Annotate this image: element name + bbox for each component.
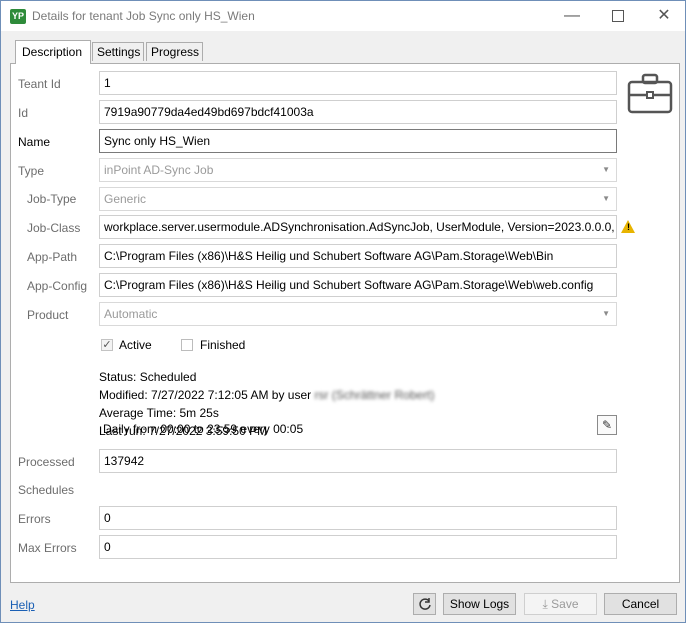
checkmark-icon: ✓: [102, 339, 112, 351]
modified-prefix: Modified: 7/27/2022 7:12:05 AM by user: [99, 388, 312, 402]
cancel-button[interactable]: Cancel: [604, 593, 677, 615]
close-icon: ✕: [657, 7, 671, 24]
type-value: inPoint AD-Sync Job: [104, 163, 214, 177]
app-path-field[interactable]: C:\Program Files (x86)\H&S Heilig und Sc…: [99, 244, 617, 268]
max-errors-label: Max Errors: [18, 541, 77, 555]
edit-schedules-button[interactable]: ✎: [597, 415, 617, 435]
tab-description[interactable]: Description: [15, 40, 91, 64]
active-checkbox[interactable]: ✓: [101, 339, 113, 351]
active-label: Active: [119, 338, 152, 352]
app-path-label: App-Path: [27, 250, 78, 264]
tenant-id-label: Teant Id: [18, 77, 61, 91]
save-button[interactable]: ⤓ Save: [524, 593, 597, 615]
refresh-icon: [418, 598, 431, 610]
maximize-icon: [612, 9, 624, 22]
id-label: Id: [18, 106, 29, 120]
briefcase-icon: [627, 73, 673, 114]
app-config-field[interactable]: C:\Program Files (x86)\H&S Heilig und Sc…: [99, 273, 617, 297]
app-config-label: App-Config: [27, 279, 88, 293]
minimize-button[interactable]: —: [549, 1, 595, 31]
description-panel: Teant Id 1 Id 7919a90779da4ed49bd697bdcf…: [10, 63, 680, 583]
name-field[interactable]: Sync only HS_Wien: [99, 129, 617, 153]
schedules-label: Schedules: [18, 483, 75, 497]
title-bar: YP Details for tenant Job Sync only HS_W…: [1, 1, 685, 31]
average-time-text: Average Time: 5m 25s: [99, 406, 219, 420]
show-logs-button[interactable]: Show Logs: [443, 593, 516, 615]
tab-progress[interactable]: Progress: [146, 42, 203, 61]
refresh-button[interactable]: [413, 593, 436, 615]
finished-checkbox[interactable]: [181, 339, 193, 351]
maximize-button[interactable]: [595, 1, 641, 31]
job-class-label: Job-Class: [27, 221, 81, 235]
modified-user: rsr (Schrättner Robert): [314, 388, 435, 402]
details-window: YP Details for tenant Job Sync only HS_W…: [0, 0, 686, 623]
edit-pencil-icon: ✎: [601, 418, 613, 432]
product-select[interactable]: Automatic ▼: [99, 302, 617, 326]
type-select[interactable]: inPoint AD-Sync Job ▼: [99, 158, 617, 182]
job-type-value: Generic: [104, 192, 147, 206]
dropdown-arrow-icon: ▼: [602, 309, 610, 318]
job-type-label: Job-Type: [27, 192, 77, 206]
close-button[interactable]: ✕: [641, 1, 686, 31]
status-text: Status: Scheduled: [99, 370, 197, 384]
save-icon: ⤓: [542, 597, 548, 611]
errors-field[interactable]: 0: [99, 506, 617, 530]
window-title: Details for tenant Job Sync only HS_Wien: [32, 9, 255, 23]
schedules-value: Daily from 00:00 to 23:59 every 00:05: [103, 422, 304, 436]
dropdown-arrow-icon: ▼: [602, 165, 610, 174]
tenant-id-field[interactable]: 1: [99, 71, 617, 95]
modified-text: Modified: 7/27/2022 7:12:05 AM by user r…: [99, 388, 435, 402]
dropdown-arrow-icon: ▼: [602, 194, 610, 203]
save-label: Save: [551, 597, 579, 611]
max-errors-field[interactable]: 0: [99, 535, 617, 559]
app-logo-icon: YP: [10, 9, 26, 24]
product-label: Product: [27, 308, 69, 322]
job-class-field[interactable]: workplace.server.usermodule.ADSynchronis…: [99, 215, 617, 239]
processed-label: Processed: [18, 455, 75, 469]
minimize-icon: —: [564, 7, 580, 24]
id-field[interactable]: 7919a90779da4ed49bd697bdcf41003a: [99, 100, 617, 124]
name-label: Name: [18, 135, 51, 149]
help-link[interactable]: Help: [10, 598, 35, 612]
finished-label: Finished: [200, 338, 246, 352]
product-value: Automatic: [104, 307, 158, 321]
warning-mark: !: [627, 222, 630, 232]
tab-settings[interactable]: Settings: [92, 42, 144, 61]
type-label: Type: [18, 164, 45, 178]
processed-field[interactable]: 137942: [99, 449, 617, 473]
errors-label: Errors: [18, 512, 51, 526]
job-type-select[interactable]: Generic ▼: [99, 187, 617, 211]
